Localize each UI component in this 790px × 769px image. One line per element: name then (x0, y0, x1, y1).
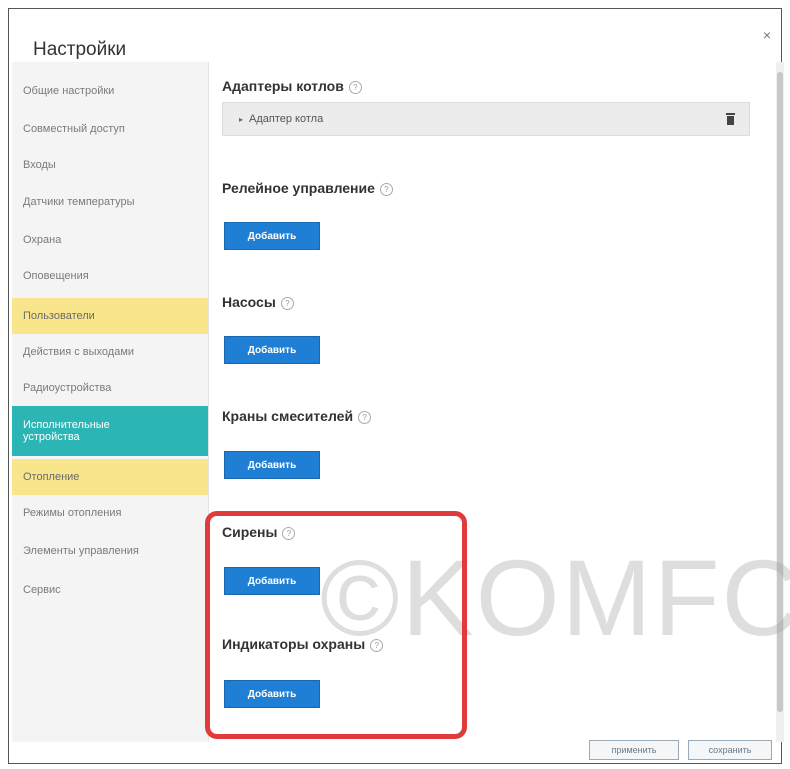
sidebar-item-heating-modes[interactable]: Режимы отопления (12, 495, 208, 531)
add-pump-button[interactable]: Добавить (224, 336, 320, 364)
sidebar-item-general[interactable]: Общие настройки (12, 73, 208, 109)
help-icon[interactable]: ? (358, 410, 372, 424)
section-pumps: Насосы? (222, 294, 294, 310)
expand-caret-icon[interactable]: ▸ (239, 115, 243, 124)
sidebar-item-shared-access[interactable]: Совместный доступ (12, 111, 208, 147)
section-sirens: Сирены? (222, 524, 296, 540)
save-button[interactable]: сохранить (688, 740, 772, 760)
section-title-text: Краны смесителей (222, 408, 354, 424)
sidebar-item-notifications[interactable]: Оповещения (12, 258, 208, 294)
trash-icon[interactable] (726, 113, 735, 125)
boiler-adapter-label: Адаптер котла (249, 113, 324, 125)
settings-content: Адаптеры котлов? ▸ Адаптер котла Релейно… (208, 62, 760, 742)
settings-sidebar: Общие настройки Совместный доступ Входы … (12, 62, 209, 742)
help-icon[interactable]: ? (348, 80, 362, 94)
sidebar-item-controls[interactable]: Элементы управления (12, 533, 208, 569)
help-icon[interactable]: ? (280, 296, 294, 310)
section-title-text: Индикаторы охраны (222, 636, 366, 652)
sidebar-item-heating[interactable]: Отопление (12, 459, 208, 495)
content-scrollbar[interactable] (776, 62, 784, 742)
sidebar-item-radio-devices[interactable]: Радиоустройства (12, 370, 208, 406)
add-siren-button[interactable]: Добавить (224, 567, 320, 595)
add-relay-button[interactable]: Добавить (224, 222, 320, 250)
section-mixer-valves: Краны смесителей? (222, 408, 372, 424)
sidebar-item-inputs[interactable]: Входы (12, 147, 208, 183)
help-icon[interactable]: ? (370, 638, 384, 652)
help-icon[interactable]: ? (282, 526, 296, 540)
apply-button[interactable]: применить (589, 740, 679, 760)
section-boiler-adapters: Адаптеры котлов? (222, 78, 362, 94)
boiler-adapter-row[interactable]: ▸ Адаптер котла (222, 102, 750, 136)
scrollbar-thumb[interactable] (777, 72, 783, 712)
sidebar-item-security[interactable]: Охрана (12, 222, 208, 258)
help-icon[interactable]: ? (379, 182, 393, 196)
section-title-text: Адаптеры котлов (222, 78, 344, 94)
sidebar-item-temperature-sensors[interactable]: Датчики температуры (12, 184, 208, 220)
add-mixer-button[interactable]: Добавить (224, 451, 320, 479)
sidebar-item-users[interactable]: Пользователи (12, 298, 208, 334)
section-security-indicators: Индикаторы охраны? (222, 636, 384, 652)
sidebar-item-service[interactable]: Сервис (12, 572, 208, 608)
section-title-text: Насосы (222, 294, 276, 310)
dialog-title: Настройки (33, 39, 127, 60)
add-security-indicator-button[interactable]: Добавить (224, 680, 320, 708)
section-title-text: Сирены (222, 524, 278, 540)
section-relay-control: Релейное управление? (222, 180, 393, 196)
close-icon[interactable]: × (763, 27, 771, 43)
sidebar-item-actuators[interactable]: Исполнительные устройства (12, 406, 208, 456)
sidebar-item-output-actions[interactable]: Действия с выходами (12, 334, 208, 370)
section-title-text: Релейное управление (222, 180, 375, 196)
